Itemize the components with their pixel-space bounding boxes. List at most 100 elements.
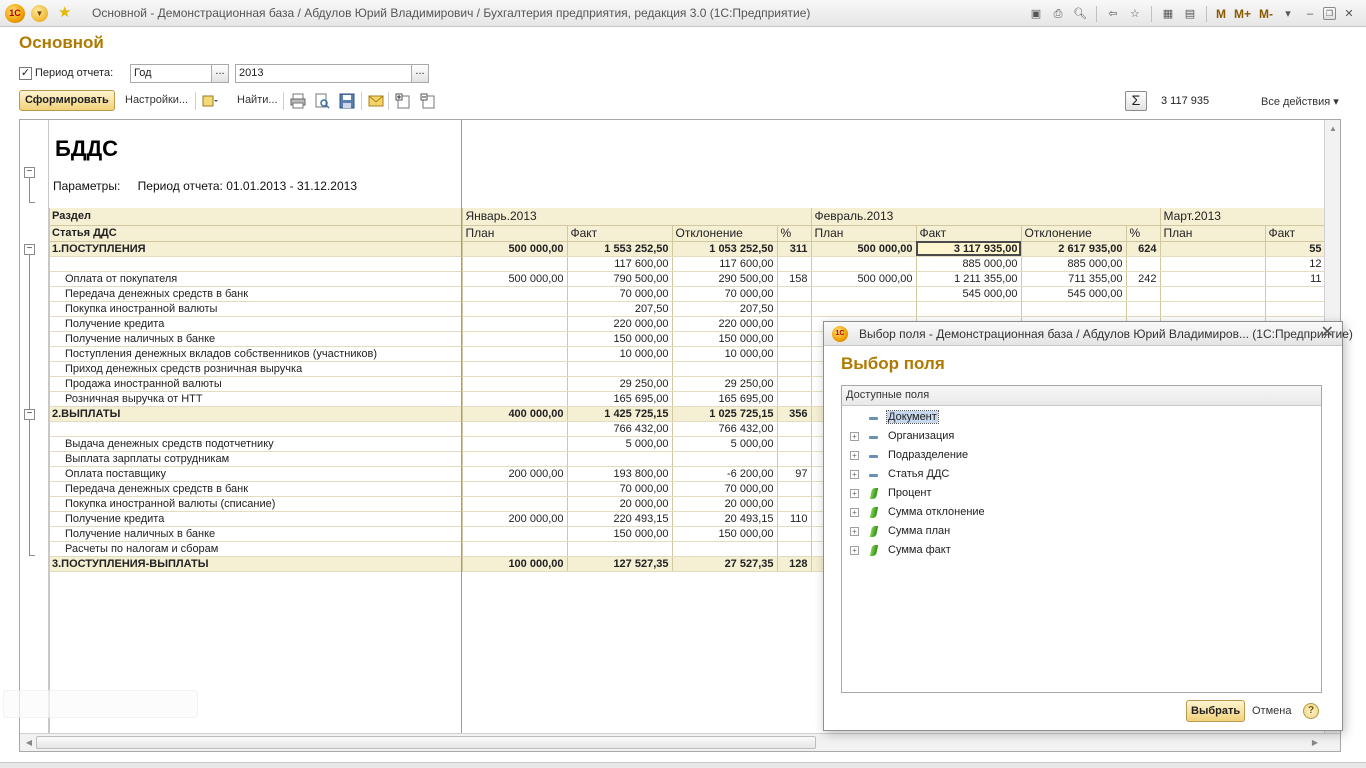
- period-value-field[interactable]: 2013: [235, 64, 412, 83]
- article-cell[interactable]: 3.ПОСТУПЛЕНИЯ-ВЫПЛАТЫ: [49, 556, 463, 572]
- article-cell[interactable]: Оплата поставщику: [49, 466, 463, 482]
- fact-cell[interactable]: 1 425 725,15: [567, 406, 673, 422]
- article-cell[interactable]: Получение кредита: [49, 316, 463, 332]
- main-menu-icon[interactable]: ▼: [31, 5, 48, 22]
- article-cell[interactable]: Получение кредита: [49, 511, 463, 527]
- plan-cell[interactable]: [462, 391, 568, 407]
- expand-icon[interactable]: +: [850, 451, 859, 460]
- plan-cell[interactable]: [462, 496, 568, 512]
- fact-cell[interactable]: 220 000,00: [567, 316, 673, 332]
- plan-cell[interactable]: [462, 376, 568, 392]
- plan-cell[interactable]: [462, 301, 568, 317]
- plan-cell[interactable]: [462, 346, 568, 362]
- fact-cell[interactable]: [1265, 286, 1326, 302]
- fact-cell[interactable]: [916, 301, 1022, 317]
- deviation-cell[interactable]: [672, 541, 778, 557]
- article-cell[interactable]: Выдача денежных средств подотчетнику: [49, 436, 463, 452]
- deviation-cell[interactable]: [1021, 301, 1127, 317]
- percent-cell[interactable]: 110: [777, 511, 812, 527]
- deviation-cell[interactable]: 70 000,00: [672, 286, 778, 302]
- article-cell[interactable]: Розничная выручка от НТТ: [49, 391, 463, 407]
- plan-cell[interactable]: [462, 436, 568, 452]
- deviation-cell[interactable]: 20 000,00: [672, 496, 778, 512]
- deviation-cell[interactable]: 27 527,35: [672, 556, 778, 572]
- fact-cell[interactable]: 545 000,00: [916, 286, 1022, 302]
- percent-cell[interactable]: [777, 286, 812, 302]
- article-cell[interactable]: Приход денежных средств розничная выручк…: [49, 361, 463, 377]
- calculator-icon[interactable]: ▦: [1159, 5, 1177, 23]
- fact-cell[interactable]: 766 432,00: [567, 421, 673, 437]
- percent-cell[interactable]: [777, 256, 812, 272]
- percent-cell[interactable]: 356: [777, 406, 812, 422]
- period-type-field[interactable]: Год: [130, 64, 212, 83]
- collapse-groups-icon[interactable]: [420, 93, 436, 109]
- generate-button[interactable]: Сформировать: [19, 90, 115, 111]
- period-value-select-button[interactable]: ...: [411, 64, 429, 83]
- fact-cell[interactable]: 150 000,00: [567, 526, 673, 542]
- collapse-header-icon[interactable]: −: [24, 167, 35, 178]
- horizontal-scrollbar[interactable]: ◀ ▶: [20, 733, 1340, 751]
- print-icon[interactable]: [290, 93, 306, 109]
- percent-cell[interactable]: 242: [1126, 271, 1161, 287]
- plan-cell[interactable]: [462, 256, 568, 272]
- percent-cell[interactable]: [777, 391, 812, 407]
- expand-icon[interactable]: +: [850, 470, 859, 479]
- tree-item[interactable]: + Процент: [842, 485, 1312, 503]
- percent-cell[interactable]: [777, 301, 812, 317]
- plan-cell[interactable]: 500 000,00: [811, 271, 917, 287]
- plan-cell[interactable]: [462, 361, 568, 377]
- article-cell[interactable]: Получение наличных в банке: [49, 526, 463, 542]
- percent-cell[interactable]: [777, 436, 812, 452]
- mail-icon[interactable]: [368, 93, 384, 109]
- fact-cell[interactable]: 165 695,00: [567, 391, 673, 407]
- fact-cell[interactable]: [567, 451, 673, 467]
- tree-item[interactable]: + Сумма отклонение: [842, 504, 1312, 522]
- article-cell[interactable]: Передача денежных средств в банк: [49, 286, 463, 302]
- expand-groups-icon[interactable]: [395, 93, 411, 109]
- variant-menu-icon[interactable]: [202, 93, 218, 109]
- sum-button[interactable]: Σ: [1125, 91, 1147, 111]
- plan-cell[interactable]: [811, 256, 917, 272]
- collapse-section-1-icon[interactable]: −: [24, 244, 35, 255]
- article-cell[interactable]: Получение наличных в банке: [49, 331, 463, 347]
- plan-cell[interactable]: [462, 541, 568, 557]
- percent-cell[interactable]: [777, 496, 812, 512]
- percent-cell[interactable]: [1126, 286, 1161, 302]
- scroll-right-icon[interactable]: ▶: [1308, 736, 1322, 750]
- all-actions-menu[interactable]: Все действия ▾: [1261, 95, 1339, 108]
- fact-cell[interactable]: [567, 361, 673, 377]
- tree-item[interactable]: Документ: [842, 409, 1312, 427]
- percent-cell[interactable]: [777, 361, 812, 377]
- fields-tree[interactable]: Доступные поля Документ + Организация + Подр…: [841, 385, 1322, 693]
- percent-cell[interactable]: 158: [777, 271, 812, 287]
- collapse-section-2-icon[interactable]: −: [24, 409, 35, 420]
- plan-cell[interactable]: [462, 526, 568, 542]
- percent-cell[interactable]: [777, 316, 812, 332]
- article-cell[interactable]: Продажа иностранной валюты: [49, 376, 463, 392]
- deviation-cell[interactable]: 290 500,00: [672, 271, 778, 287]
- scroll-left-icon[interactable]: ◀: [22, 736, 36, 750]
- close-icon[interactable]: ✕: [1321, 324, 1334, 342]
- percent-cell[interactable]: [1126, 256, 1161, 272]
- table-row[interactable]: Оплата от покупателя 500 000,00 790 500,00…: [49, 271, 1326, 287]
- percent-cell[interactable]: [1126, 301, 1161, 317]
- plan-cell[interactable]: [811, 301, 917, 317]
- percent-cell[interactable]: [777, 376, 812, 392]
- bookmark-icon[interactable]: ☆: [1126, 5, 1144, 23]
- fact-cell[interactable]: 1 211 355,00: [916, 271, 1022, 287]
- table-row[interactable]: 117 600,00 117 600,00 885 000,00 885 000,00…: [49, 256, 1326, 272]
- fact-cell[interactable]: 20 000,00: [567, 496, 673, 512]
- percent-cell[interactable]: [777, 331, 812, 347]
- table-row[interactable]: Передача денежных средств в банк 70 000,0…: [49, 286, 1326, 302]
- article-cell[interactable]: 2.ВЫПЛАТЫ: [49, 406, 463, 422]
- deviation-cell[interactable]: 10 000,00: [672, 346, 778, 362]
- percent-cell[interactable]: 128: [777, 556, 812, 572]
- fact-cell[interactable]: 70 000,00: [567, 286, 673, 302]
- print-icon[interactable]: ⎙: [1049, 5, 1067, 23]
- expand-icon[interactable]: +: [850, 546, 859, 555]
- fact-cell[interactable]: 207,50: [567, 301, 673, 317]
- fact-cell[interactable]: 70 000,00: [567, 481, 673, 497]
- deviation-cell[interactable]: 1 025 725,15: [672, 406, 778, 422]
- field-select-dialog[interactable]: 1С Выбор поля - Демонстрационная база / …: [823, 321, 1353, 731]
- app-logo-icon[interactable]: 1С: [5, 4, 25, 23]
